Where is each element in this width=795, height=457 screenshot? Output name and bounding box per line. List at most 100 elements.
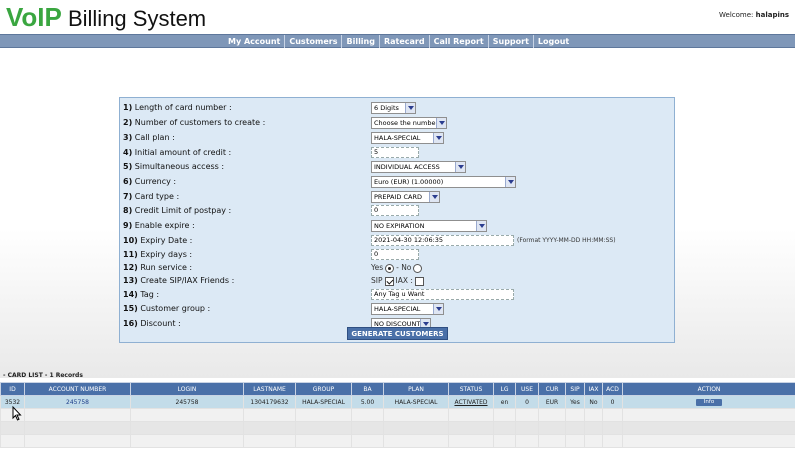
run-service-group: Yes - No xyxy=(371,262,423,274)
select-value: Euro (EUR) (1.00000) xyxy=(374,178,444,186)
nav-logout[interactable]: Logout xyxy=(534,35,573,48)
enable-expire-select[interactable]: NO EXPIRATION xyxy=(371,220,487,232)
empty-row xyxy=(0,421,795,435)
col-lg[interactable]: LG xyxy=(493,382,516,396)
row-label: Call plan : xyxy=(134,133,175,142)
card-type-select[interactable]: PREPAID CARD xyxy=(371,191,440,203)
nav-ratecard[interactable]: Ratecard xyxy=(380,35,430,48)
col-ba[interactable]: BA xyxy=(351,382,384,396)
form-row-card-length: 1) Length of card number : 6 Digits xyxy=(123,102,673,116)
row-number: 12) xyxy=(123,263,138,272)
col-iax[interactable]: IAX xyxy=(584,382,603,396)
col-login[interactable]: LOGIN xyxy=(130,382,244,396)
cell-status: ACTIVATED xyxy=(448,395,494,409)
run-service-yes-label: Yes xyxy=(371,263,384,272)
form-row-tag: 14) Tag : Any Tag u Want xyxy=(123,289,673,303)
chevron-down-icon xyxy=(405,103,415,113)
logo-title: Billing System xyxy=(61,6,207,31)
empty-row xyxy=(0,408,795,422)
form-row-sip-iax: 13) Create SIP/IAX Friends : SIP IAX : xyxy=(123,275,673,289)
nav-call-report[interactable]: Call Report xyxy=(430,35,489,48)
form-row-credit-limit: 8) Credit Limit of postpay : 0 xyxy=(123,205,673,219)
select-value: PREPAID CARD xyxy=(374,193,422,201)
cell-cur: EUR xyxy=(538,395,566,409)
col-status[interactable]: STATUS xyxy=(448,382,494,396)
sip-label: SIP xyxy=(371,276,383,285)
row-number: 10) xyxy=(123,236,138,245)
form-row-expiry-days: 11) Expiry days : 0 xyxy=(123,249,673,263)
run-service-yes-radio[interactable] xyxy=(385,263,395,273)
generate-customers-button[interactable]: GENERATE CUSTOMERS xyxy=(347,327,448,340)
cell-lg: en xyxy=(493,395,516,409)
tag-input[interactable]: Any Tag u Want xyxy=(371,289,514,300)
select-value: Choose the number xyxy=(374,119,439,127)
select-value: HALA-SPECIAL xyxy=(374,305,421,313)
info-button[interactable]: Info xyxy=(695,399,723,406)
row-label: Length of card number : xyxy=(134,103,232,112)
nav-support[interactable]: Support xyxy=(489,35,534,48)
form-row-customer-group: 15) Customer group : HALA-SPECIAL xyxy=(123,303,673,317)
cell-ba: 5.00 xyxy=(351,395,384,409)
row-label: Card type : xyxy=(134,192,180,201)
col-sip[interactable]: SIP xyxy=(565,382,585,396)
form-row-card-type: 7) Card type : PREPAID CARD xyxy=(123,191,673,205)
expiry-date-input[interactable]: 2021-04-30 12:06:35 xyxy=(371,235,514,246)
form-row-expiry-date: 10) Expiry Date : 2021-04-30 12:06:35 (F… xyxy=(123,235,673,249)
form-row-initial-credit: 4) Initial amount of credit : 5 xyxy=(123,147,673,161)
table-header-row: ID ACCOUNT NUMBER LOGIN LASTNAME GROUP B… xyxy=(0,382,795,396)
initial-credit-input[interactable]: 5 xyxy=(371,147,419,158)
simultaneous-access-select[interactable]: INDIVIDUAL ACCESS xyxy=(371,161,466,173)
account-link[interactable]: 245758 xyxy=(66,399,89,406)
col-use[interactable]: USE xyxy=(515,382,539,396)
iax-checkbox[interactable] xyxy=(414,276,424,286)
row-number: 13) xyxy=(123,276,138,285)
chevron-down-icon xyxy=(476,221,486,231)
logo-voip: VoIP xyxy=(6,2,62,32)
form-row-customer-count: 2) Number of customers to create : Choos… xyxy=(123,117,673,131)
col-id[interactable]: ID xyxy=(0,382,25,396)
call-plan-select[interactable]: HALA-SPECIAL xyxy=(371,132,444,144)
customer-group-select[interactable]: HALA-SPECIAL xyxy=(371,303,444,315)
cell-account-number: 245758 xyxy=(24,395,131,409)
credit-limit-input[interactable]: 0 xyxy=(371,205,419,216)
nav-customers[interactable]: Customers xyxy=(285,35,343,48)
row-label: Customer group : xyxy=(140,304,211,313)
run-service-no-radio[interactable] xyxy=(413,263,423,273)
nav-billing[interactable]: Billing xyxy=(342,35,380,48)
row-label: Discount : xyxy=(140,319,181,328)
sip-checkbox[interactable] xyxy=(384,276,394,286)
sip-iax-group: SIP IAX : xyxy=(371,275,424,287)
col-lastname[interactable]: LASTNAME xyxy=(243,382,296,396)
expiry-days-input[interactable]: 0 xyxy=(371,249,419,260)
col-account-number[interactable]: ACCOUNT NUMBER xyxy=(24,382,131,396)
chevron-down-icon xyxy=(436,118,446,128)
cell-login: 245758 xyxy=(130,395,244,409)
col-cur[interactable]: CUR xyxy=(538,382,566,396)
header: VoIP Billing System Welcome: halapins xyxy=(0,0,795,34)
cell-lastname: 1304179632 xyxy=(243,395,296,409)
col-plan[interactable]: PLAN xyxy=(383,382,449,396)
nav-my-account[interactable]: My Account xyxy=(224,35,286,48)
row-label: Number of customers to create : xyxy=(134,118,266,127)
col-group[interactable]: GROUP xyxy=(295,382,352,396)
customer-count-select[interactable]: Choose the number xyxy=(371,117,447,129)
select-value: 6 Digits xyxy=(374,104,399,112)
card-list-table: ID ACCOUNT NUMBER LOGIN LASTNAME GROUP B… xyxy=(0,382,795,448)
empty-row xyxy=(0,434,795,448)
status-link[interactable]: ACTIVATED xyxy=(454,399,487,406)
row-number: 14) xyxy=(123,290,138,299)
row-label: Tag : xyxy=(140,290,160,299)
select-value: INDIVIDUAL ACCESS xyxy=(374,163,440,171)
table-row[interactable]: 3532 245758 245758 1304179632 HALA-SPECI… xyxy=(0,395,795,409)
run-service-no-label: - No xyxy=(396,263,412,272)
date-format-hint: (Format YYYY-MM-DD HH:MM:SS) xyxy=(517,237,616,244)
cell-action: Info xyxy=(622,395,795,409)
card-length-select[interactable]: 6 Digits xyxy=(371,102,416,114)
generate-customers-form: 1) Length of card number : 6 Digits 2) N… xyxy=(119,97,675,343)
cell-plan: HALA-SPECIAL xyxy=(383,395,449,409)
form-row-enable-expire: 9) Enable expire : NO EXPIRATION xyxy=(123,220,673,234)
currency-select[interactable]: Euro (EUR) (1.00000) xyxy=(371,176,516,188)
cell-sip: Yes xyxy=(565,395,585,409)
row-label: Run service : xyxy=(140,263,193,272)
col-acd[interactable]: ACD xyxy=(602,382,623,396)
